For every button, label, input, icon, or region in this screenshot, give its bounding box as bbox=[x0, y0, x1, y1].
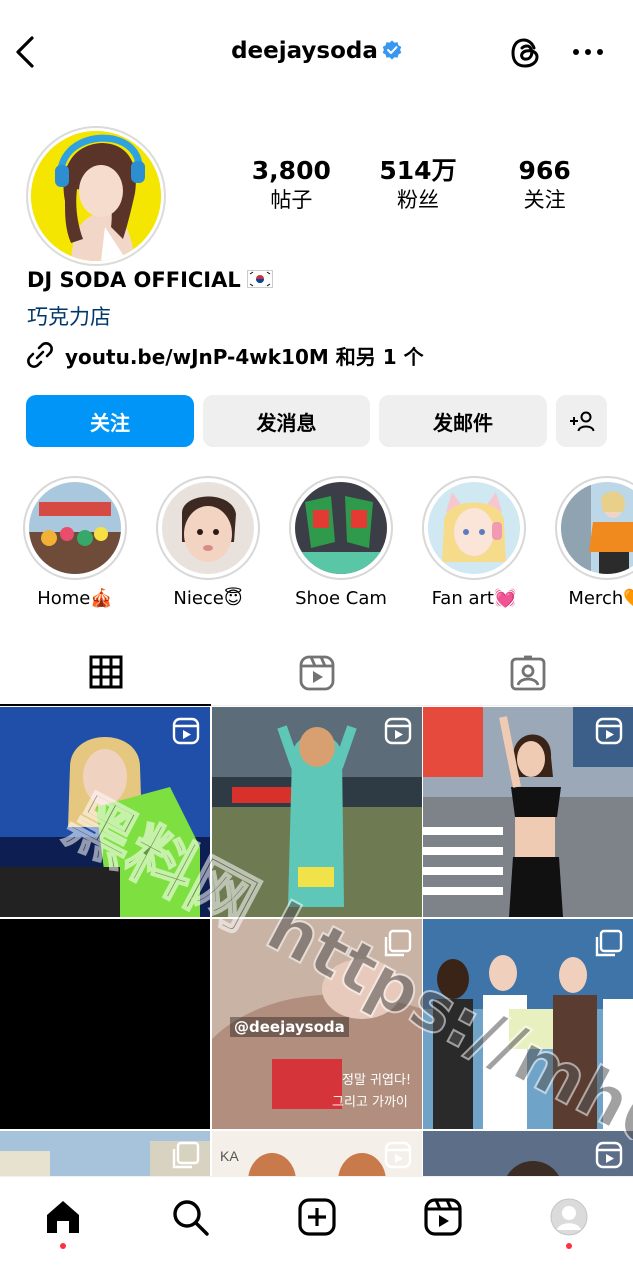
profile-full-name: DJ SODA OFFICIAL bbox=[27, 268, 273, 292]
tab-tagged[interactable] bbox=[422, 640, 633, 706]
profile-stats: 3,800 帖子 514万 粉丝 966 关注 bbox=[228, 156, 608, 214]
highlight-home-cover bbox=[29, 482, 121, 574]
post-tile[interactable]: KA bbox=[212, 1131, 422, 1177]
highlight-niece-cover bbox=[162, 482, 254, 574]
highlight-merch-label: Merch🧡 bbox=[568, 588, 633, 609]
carousel-badge-icon bbox=[384, 929, 412, 957]
tab-posts-grid[interactable] bbox=[0, 640, 211, 706]
followers-label: 粉丝 bbox=[396, 188, 439, 212]
following-value: 966 bbox=[518, 156, 571, 185]
grid-icon bbox=[89, 655, 122, 689]
following-label: 关注 bbox=[523, 188, 566, 212]
profile-notification-dot bbox=[566, 1243, 572, 1249]
reel-badge-icon bbox=[384, 717, 412, 745]
home-notification-dot bbox=[60, 1243, 66, 1249]
highlight-shoe-cam-cover bbox=[295, 482, 387, 574]
post-overlay-mention: @deejaysoda bbox=[230, 1017, 349, 1037]
highlight-fan-art-cover bbox=[428, 482, 520, 574]
post-overlay-caption-2: 그리고 가까이 bbox=[332, 1095, 408, 1110]
posts-value: 3,800 bbox=[251, 156, 331, 185]
verified-badge-icon bbox=[382, 40, 402, 60]
reel-badge-icon bbox=[172, 717, 200, 745]
message-button[interactable]: 发消息 bbox=[203, 395, 370, 447]
post-tile[interactable] bbox=[423, 707, 633, 917]
post-tile[interactable] bbox=[0, 707, 210, 917]
profile-category: 巧克力店 bbox=[27, 305, 111, 329]
reel-badge-icon bbox=[595, 1141, 623, 1169]
highlight-home-label: Home🎪 bbox=[37, 588, 113, 609]
search-icon[interactable] bbox=[170, 1197, 210, 1237]
profile-link[interactable]: youtu.be/wJnP-4wk10M 和另 1 个 bbox=[25, 340, 424, 370]
korea-flag-icon bbox=[246, 270, 273, 288]
highlight-fan-art-label: Fan art💓 bbox=[431, 588, 517, 609]
reel-badge-icon bbox=[595, 717, 623, 745]
email-button[interactable]: 发邮件 bbox=[379, 395, 547, 447]
followers-count[interactable]: 514万 粉丝 bbox=[363, 156, 473, 214]
carousel-badge-icon bbox=[595, 929, 623, 957]
post-overlay-caption-1: 정말 귀엽다! bbox=[342, 1073, 412, 1088]
posts-label: 帖子 bbox=[270, 188, 313, 212]
add-person-icon bbox=[569, 411, 594, 432]
profile-avatar-icon[interactable] bbox=[549, 1197, 589, 1237]
reel-badge-icon bbox=[384, 1141, 412, 1169]
post-tile[interactable] bbox=[0, 919, 210, 1129]
posts-grid: @deejaysoda 정말 귀엽다! 그리고 가까이 KA bbox=[0, 707, 633, 1177]
link-text: youtu.be/wJnP-4wk10M 和另 1 个 bbox=[65, 344, 424, 369]
profile-tabs bbox=[0, 640, 633, 706]
highlight-merch-cover bbox=[561, 482, 633, 574]
suggest-accounts-button[interactable] bbox=[556, 395, 607, 447]
username-text: deejaysoda bbox=[231, 38, 378, 64]
link-icon bbox=[27, 342, 53, 368]
profile-avatar[interactable] bbox=[26, 126, 166, 266]
highlight-shoe-cam-label: Shoe Cam bbox=[295, 588, 387, 609]
svg-text:KA: KA bbox=[220, 1148, 239, 1164]
highlight-home[interactable]: Home🎪 bbox=[23, 476, 127, 609]
highlight-shoe-cam[interactable]: Shoe Cam bbox=[289, 476, 393, 609]
full-name-text: DJ SODA OFFICIAL bbox=[27, 268, 241, 292]
bottom-navigation bbox=[0, 1176, 633, 1280]
more-options-icon[interactable] bbox=[570, 40, 606, 64]
top-bar: deejaysoda bbox=[0, 0, 633, 105]
highlight-fan-art[interactable]: Fan art💓 bbox=[422, 476, 526, 609]
followers-value: 514万 bbox=[379, 156, 457, 185]
avatar-image bbox=[31, 131, 161, 261]
posts-count[interactable]: 3,800 帖子 bbox=[236, 156, 346, 214]
highlight-niece-label: Niece😇 bbox=[173, 588, 243, 609]
story-highlights: Home🎪 Niece😇 Shoe Cam Fan art💓 Merch🧡 bbox=[0, 476, 633, 616]
tab-reels[interactable] bbox=[211, 640, 422, 706]
reels-icon bbox=[299, 655, 334, 691]
post-tile[interactable] bbox=[0, 1131, 210, 1177]
highlight-niece[interactable]: Niece😇 bbox=[156, 476, 260, 609]
following-count[interactable]: 966 关注 bbox=[490, 156, 600, 214]
threads-icon[interactable] bbox=[507, 34, 545, 72]
post-tile[interactable]: @deejaysoda 정말 귀엽다! 그리고 가까이 bbox=[212, 919, 422, 1129]
post-tile[interactable] bbox=[423, 1131, 633, 1177]
tagged-icon bbox=[510, 655, 545, 691]
reels-nav-icon[interactable] bbox=[423, 1197, 463, 1237]
post-tile[interactable] bbox=[423, 919, 633, 1129]
post-tile[interactable] bbox=[212, 707, 422, 917]
follow-button[interactable]: 关注 bbox=[26, 395, 194, 447]
highlight-merch[interactable]: Merch🧡 bbox=[555, 476, 633, 609]
home-icon[interactable] bbox=[43, 1197, 83, 1237]
carousel-badge-icon bbox=[172, 1141, 200, 1169]
create-post-icon[interactable] bbox=[297, 1197, 337, 1237]
